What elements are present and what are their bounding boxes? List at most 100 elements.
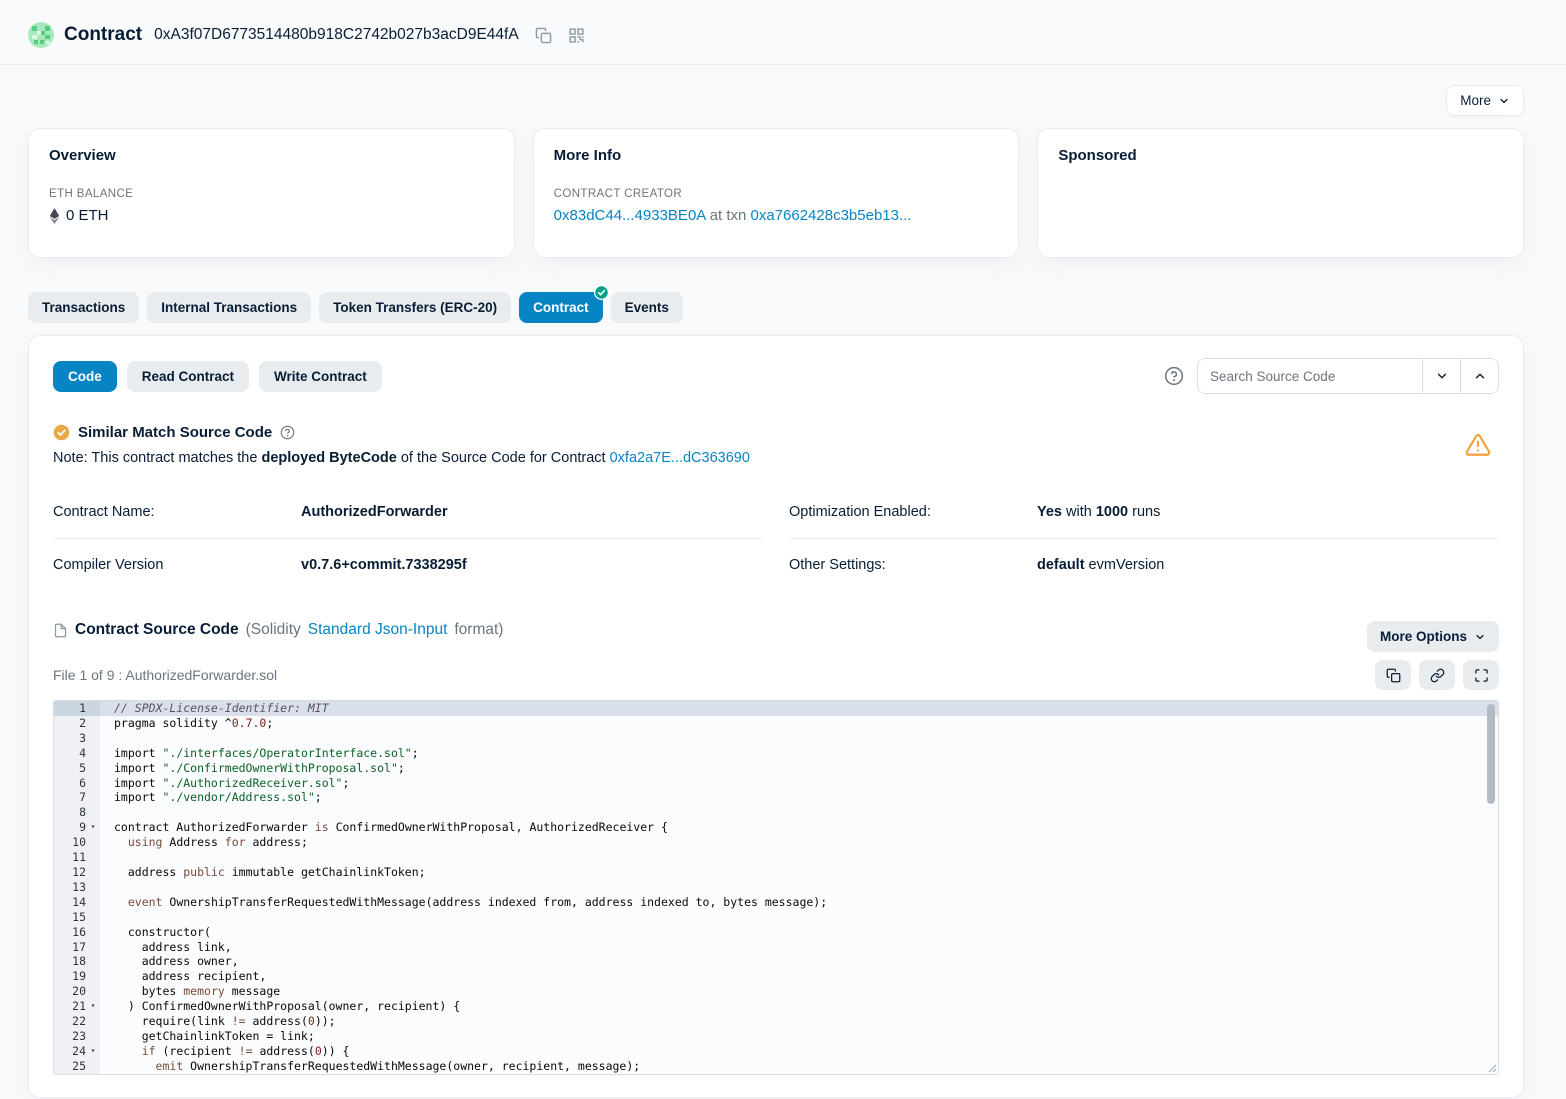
code-lines: 1// SPDX-License-Identifier: MIT2pragma …	[54, 701, 1498, 1074]
code-line: 15	[54, 910, 1498, 925]
format-paren-suffix: format)	[454, 621, 503, 639]
code-line: 24▾ if (recipient != address(0)) {	[54, 1044, 1498, 1059]
fullscreen-button[interactable]	[1463, 660, 1499, 690]
qr-code-icon[interactable]	[568, 27, 585, 44]
search-next-button[interactable]	[1460, 359, 1498, 393]
more-button[interactable]: More	[1446, 85, 1524, 116]
copy-address-icon[interactable]	[535, 27, 552, 44]
code-line: 8	[54, 805, 1498, 820]
tab-contract[interactable]: Contract	[519, 292, 603, 323]
tab-internal-transactions[interactable]: Internal Transactions	[147, 292, 311, 323]
code-line: 2pragma solidity ^0.7.0;	[54, 716, 1498, 731]
tab-events[interactable]: Events	[611, 292, 683, 323]
contract-details: Contract Name: AuthorizedForwarder Compi…	[53, 492, 1499, 591]
line-number-gutter: 2	[54, 716, 100, 731]
other-settings-row: Other Settings: default evmVersion	[789, 538, 1499, 591]
help-icon[interactable]	[1164, 366, 1184, 386]
tab-transactions[interactable]: Transactions	[28, 292, 139, 323]
link-icon	[1430, 668, 1445, 683]
overview-card-title: Overview	[49, 147, 494, 164]
contract-name-value: AuthorizedForwarder	[301, 504, 448, 520]
subtab-write-contract[interactable]: Write Contract	[259, 361, 382, 392]
subtab-code[interactable]: Code	[53, 361, 117, 392]
subtab-row: Code Read Contract Write Contract	[53, 358, 1499, 394]
fold-toggle-icon[interactable]: ▾	[86, 999, 100, 1014]
search-side	[1164, 358, 1499, 394]
tab-token-transfers[interactable]: Token Transfers (ERC-20)	[319, 292, 511, 323]
chevron-up-icon	[1473, 369, 1487, 383]
code-line: 23 getChainlinkToken = link;	[54, 1029, 1498, 1044]
sponsored-card-title: Sponsored	[1058, 147, 1503, 164]
tab-bar: Transactions Internal Transactions Token…	[28, 292, 1524, 323]
compiler-version-row: Compiler Version v0.7.6+commit.7338295f	[53, 538, 763, 591]
creator-address-link[interactable]: 0x83dC44...4933BE0A	[554, 207, 706, 224]
resize-handle-icon[interactable]	[1486, 1062, 1497, 1073]
code-line: 11	[54, 850, 1498, 865]
chevron-down-icon	[1435, 369, 1449, 383]
line-number-gutter: 25	[54, 1059, 100, 1074]
subtab-read-contract[interactable]: Read Contract	[127, 361, 249, 392]
optimization-label: Optimization Enabled:	[789, 504, 1037, 520]
permalink-button[interactable]	[1419, 660, 1455, 690]
page-header: Contract 0xA3f07D6773514480b918C2742b027…	[0, 0, 1566, 64]
file-info: File 1 of 9 : AuthorizedForwarder.sol	[53, 667, 277, 683]
fold-toggle-icon[interactable]: ▾	[86, 1044, 100, 1059]
contract-address: 0xA3f07D6773514480b918C2742b027b3acD9E44…	[154, 26, 519, 44]
line-number-gutter: 12	[54, 865, 100, 880]
code-line: 9▾contract AuthorizedForwarder is Confir…	[54, 820, 1498, 835]
copy-icon	[1386, 668, 1401, 683]
copy-source-button[interactable]	[1375, 660, 1411, 690]
search-source-input[interactable]	[1198, 359, 1422, 393]
line-number-gutter: 8	[54, 805, 100, 820]
code-line: 20 bytes memory message	[54, 984, 1498, 999]
line-number-gutter: 16	[54, 925, 100, 940]
line-number-gutter: 4	[54, 746, 100, 761]
similar-match-check-icon	[53, 424, 70, 441]
eth-balance-value: 0 ETH	[66, 207, 109, 224]
code-line: 13	[54, 880, 1498, 895]
sponsored-card: Sponsored	[1037, 128, 1524, 258]
search-prev-button[interactable]	[1422, 359, 1460, 393]
code-line: 4import "./interfaces/OperatorInterface.…	[54, 746, 1498, 761]
matched-contract-link[interactable]: 0xfa2a7E...dC363690	[610, 450, 750, 466]
tab-contract-label: Contract	[533, 300, 589, 315]
eth-balance-value-row: 0 ETH	[49, 207, 494, 224]
code-line: 5import "./ConfirmedOwnerWithProposal.so…	[54, 761, 1498, 776]
json-input-link[interactable]: Standard Json-Input	[308, 621, 448, 639]
code-line: 6import "./AuthorizedReceiver.sol";	[54, 776, 1498, 791]
format-paren-prefix: (Solidity	[246, 621, 301, 639]
code-line: 18 address owner,	[54, 954, 1498, 969]
compiler-version-value: v0.7.6+commit.7338295f	[301, 557, 467, 573]
fold-toggle-icon[interactable]: ▾	[86, 820, 100, 835]
code-line: 7import "./vendor/Address.sol";	[54, 790, 1498, 805]
line-number-gutter: 11	[54, 850, 100, 865]
contract-creator-label: CONTRACT CREATOR	[554, 188, 999, 200]
line-number-gutter: 5	[54, 761, 100, 776]
line-number-gutter: 9▾	[54, 820, 100, 835]
verified-check-badge-icon	[594, 285, 609, 300]
contract-panel: Code Read Contract Write Contract	[28, 335, 1524, 1098]
more-options-button[interactable]: More Options	[1367, 621, 1499, 652]
line-number-gutter: 3	[54, 731, 100, 746]
note-middle: of the Source Code for Contract	[397, 450, 610, 466]
code-line: 17 address link,	[54, 940, 1498, 955]
code-line: 21▾ ) ConfirmedOwnerWithProposal(owner, …	[54, 999, 1498, 1014]
line-number-gutter: 6	[54, 776, 100, 791]
page-title: Contract	[64, 24, 142, 46]
compiler-version-label: Compiler Version	[53, 557, 301, 573]
code-line: 22 require(link != address(0));	[54, 1014, 1498, 1029]
at-txn-text: at txn	[705, 207, 750, 224]
warning-icon	[1465, 432, 1491, 458]
editor-tools	[1375, 660, 1499, 690]
source-code-editor[interactable]: 1// SPDX-License-Identifier: MIT2pragma …	[53, 700, 1499, 1075]
chevron-down-icon	[1498, 95, 1510, 107]
more-options-label: More Options	[1380, 629, 1467, 644]
code-line: 16 constructor(	[54, 925, 1498, 940]
editor-scrollbar[interactable]	[1487, 704, 1495, 804]
overview-card: Overview ETH BALANCE 0 ETH	[28, 128, 515, 258]
similar-match-help-icon[interactable]	[280, 425, 295, 440]
source-code-header: Contract Source Code (Solidity Standard …	[53, 621, 1499, 652]
creation-txn-link[interactable]: 0xa7662428c3b5eb13...	[751, 207, 912, 224]
code-line: 12 address public immutable getChainlink…	[54, 865, 1498, 880]
subtabs: Code Read Contract Write Contract	[53, 361, 382, 392]
